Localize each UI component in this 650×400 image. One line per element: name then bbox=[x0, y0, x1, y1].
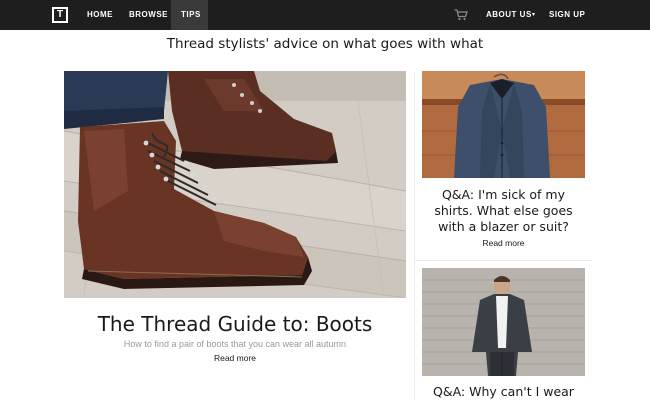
nav-browse[interactable]: BROWSE bbox=[129, 0, 168, 30]
man-in-suit-image[interactable] bbox=[422, 268, 585, 376]
feature-subtitle: How to find a pair of boots that you can… bbox=[123, 339, 347, 349]
top-nav: T HOME BROWSE TIPS ABOUT US ▾ SIGN UP bbox=[0, 0, 650, 30]
page-headline: Thread stylists' advice on what goes wit… bbox=[166, 36, 484, 52]
card-divider bbox=[415, 260, 592, 261]
thread-logo[interactable]: T bbox=[52, 7, 68, 23]
nav-about-us[interactable]: ABOUT US bbox=[486, 0, 532, 30]
nav-sign-up[interactable]: SIGN UP bbox=[549, 0, 585, 30]
shopping-cart-icon[interactable] bbox=[454, 9, 468, 21]
logo-letter: T bbox=[56, 9, 64, 20]
feature-boots-image[interactable] bbox=[64, 71, 406, 298]
feature-read-more-link[interactable]: Read more bbox=[64, 353, 406, 363]
card-title-blazer[interactable]: Q&A: I'm sick of my shirts. What else go… bbox=[422, 187, 585, 235]
column-divider bbox=[414, 71, 415, 400]
feature-title[interactable]: The Thread Guide to: Boots bbox=[64, 312, 406, 336]
nav-tips[interactable]: TIPS bbox=[171, 0, 208, 30]
card-read-more-link[interactable]: Read more bbox=[422, 238, 585, 248]
nav-home[interactable]: HOME bbox=[87, 0, 113, 30]
card-title-why-cant-i-wear[interactable]: Q&A: Why can't I wear bbox=[422, 384, 585, 400]
chevron-down-icon[interactable]: ▾ bbox=[532, 10, 535, 20]
blazer-image[interactable] bbox=[422, 71, 585, 178]
